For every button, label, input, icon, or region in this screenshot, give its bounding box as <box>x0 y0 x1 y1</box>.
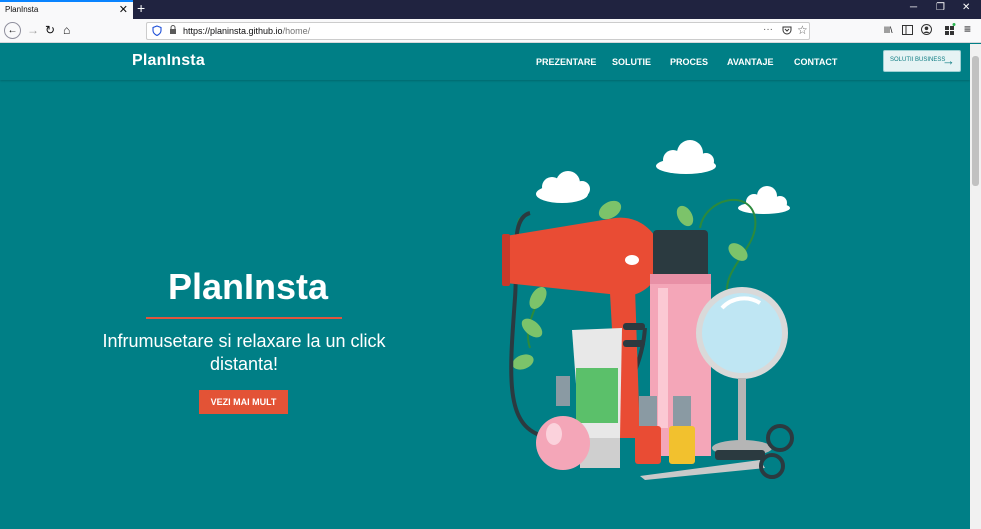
page-scrollbar[interactable] <box>970 44 981 529</box>
account-icon[interactable] <box>921 24 932 38</box>
menu-icon[interactable]: ≡ <box>964 22 971 36</box>
extensions-icon[interactable] <box>945 23 956 38</box>
bookmark-star-icon[interactable]: ☆ <box>797 23 808 37</box>
browser-toolbar: ← → ↻ ⌂ https://planinsta.github.io/home… <box>0 19 981 43</box>
cloud-icon <box>536 171 590 203</box>
see-more-button[interactable]: VEZI MAI MULT <box>199 390 288 414</box>
nav-link-avantaje[interactable]: AVANTAJE <box>727 57 774 67</box>
forward-button[interactable]: → <box>27 23 39 37</box>
hero-divider <box>146 317 342 319</box>
business-solutions-label: SOLUTII BUSINESS <box>890 57 946 63</box>
beauty-products-illustration <box>502 140 794 480</box>
cloud-icon <box>738 186 790 214</box>
lock-icon[interactable] <box>169 25 177 37</box>
minimize-icon[interactable]: ─ <box>910 2 917 13</box>
cloud-icon <box>656 140 716 174</box>
url-path: /home/ <box>282 26 311 36</box>
url-text: https://planinsta.github.io/home/ <box>183 26 310 36</box>
pocket-icon[interactable] <box>782 25 792 37</box>
tab-close-icon[interactable]: ✕ <box>119 3 128 16</box>
tab-title: PlanInsta <box>5 5 39 14</box>
scrollbar-thumb[interactable] <box>972 56 979 186</box>
hero-subtitle: Infrumusetare si relaxare la un click di… <box>102 331 386 374</box>
nav-link-prezentare[interactable]: PREZENTARE <box>536 57 596 67</box>
hero-title: PlanInsta <box>168 266 329 307</box>
new-tab-button[interactable]: + <box>137 0 145 16</box>
home-button[interactable]: ⌂ <box>63 23 70 37</box>
back-button[interactable]: ← <box>4 22 21 39</box>
library-icon[interactable]: lll\ <box>884 25 893 35</box>
site-logo[interactable]: PlanInsta <box>132 52 205 70</box>
nav-link-contact[interactable]: CONTACT <box>794 57 837 67</box>
address-bar[interactable]: https://planinsta.github.io/home/ ··· ☆ <box>146 22 810 40</box>
page-actions-icon[interactable]: ··· <box>763 24 773 35</box>
window-close-icon[interactable]: ✕ <box>962 2 970 13</box>
arrow-right-icon: → <box>942 53 955 68</box>
nav-link-solutie[interactable]: SOLUTIE <box>612 57 651 67</box>
business-solutions-button[interactable]: SOLUTII BUSINESS → <box>883 50 961 72</box>
browser-tab-strip: PlanInsta ✕ + ─ ❐ ✕ <box>0 0 981 19</box>
maximize-icon[interactable]: ❐ <box>936 2 945 13</box>
browser-tab[interactable]: PlanInsta ✕ <box>0 0 133 19</box>
site-header: PlanInsta PREZENTARE SOLUTIE PROCES AVAN… <box>0 44 970 80</box>
nav-link-proces[interactable]: PROCES <box>670 57 708 67</box>
sidebar-icon[interactable] <box>902 24 913 38</box>
url-host: https://planinsta.github.io <box>183 26 283 36</box>
reload-button[interactable]: ↻ <box>45 23 55 37</box>
shield-icon[interactable] <box>152 25 162 38</box>
